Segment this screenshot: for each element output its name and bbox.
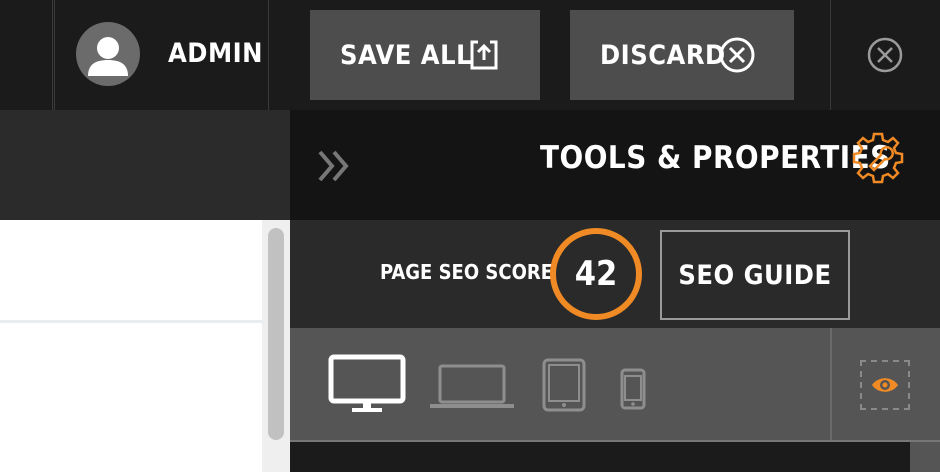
discard-label: DISCARD (600, 40, 726, 71)
canvas-header (0, 110, 290, 220)
close-panel-icon[interactable] (866, 36, 904, 74)
page-canvas[interactable] (0, 220, 262, 472)
close-circle-icon (719, 37, 755, 73)
device-preview-bar (290, 328, 940, 440)
divider (268, 0, 269, 110)
divider (830, 328, 832, 440)
save-upload-icon (470, 40, 498, 70)
divider (830, 0, 831, 110)
discard-button[interactable]: DISCARD (570, 10, 794, 100)
scrollbar-thumb[interactable] (268, 228, 284, 440)
seo-score-label: PAGE SEO SCORE (380, 260, 554, 284)
user-name-label[interactable]: ADMIN (168, 38, 263, 69)
tools-panel-header: TOOLS & PROPERTIES (290, 110, 940, 220)
divider (0, 320, 262, 323)
gear-wrench-icon (852, 132, 904, 184)
top-bar: ADMIN SAVE ALL DISCARD (0, 0, 940, 110)
user-avatar-icon[interactable] (76, 22, 140, 86)
eye-icon (872, 378, 898, 392)
tablet-icon[interactable] (542, 358, 586, 412)
desktop-icon[interactable] (328, 354, 406, 414)
panel-title: TOOLS & PROPERTIES (540, 140, 891, 176)
seo-score-row: PAGE SEO SCORE 42 SEO GUIDE (290, 220, 940, 328)
divider (52, 0, 53, 110)
save-all-label: SAVE ALL (340, 40, 473, 71)
panel-body (290, 442, 910, 472)
seo-score-badge: 42 (550, 228, 642, 320)
save-all-button[interactable]: SAVE ALL (310, 10, 540, 100)
divider (54, 0, 55, 110)
preview-toggle-button[interactable] (860, 360, 910, 410)
double-chevron-right-icon[interactable] (314, 146, 354, 186)
panel-scroll-area (910, 442, 940, 472)
laptop-icon[interactable] (430, 364, 514, 410)
seo-guide-button[interactable]: SEO GUIDE (660, 230, 850, 320)
phone-icon[interactable] (620, 368, 646, 410)
